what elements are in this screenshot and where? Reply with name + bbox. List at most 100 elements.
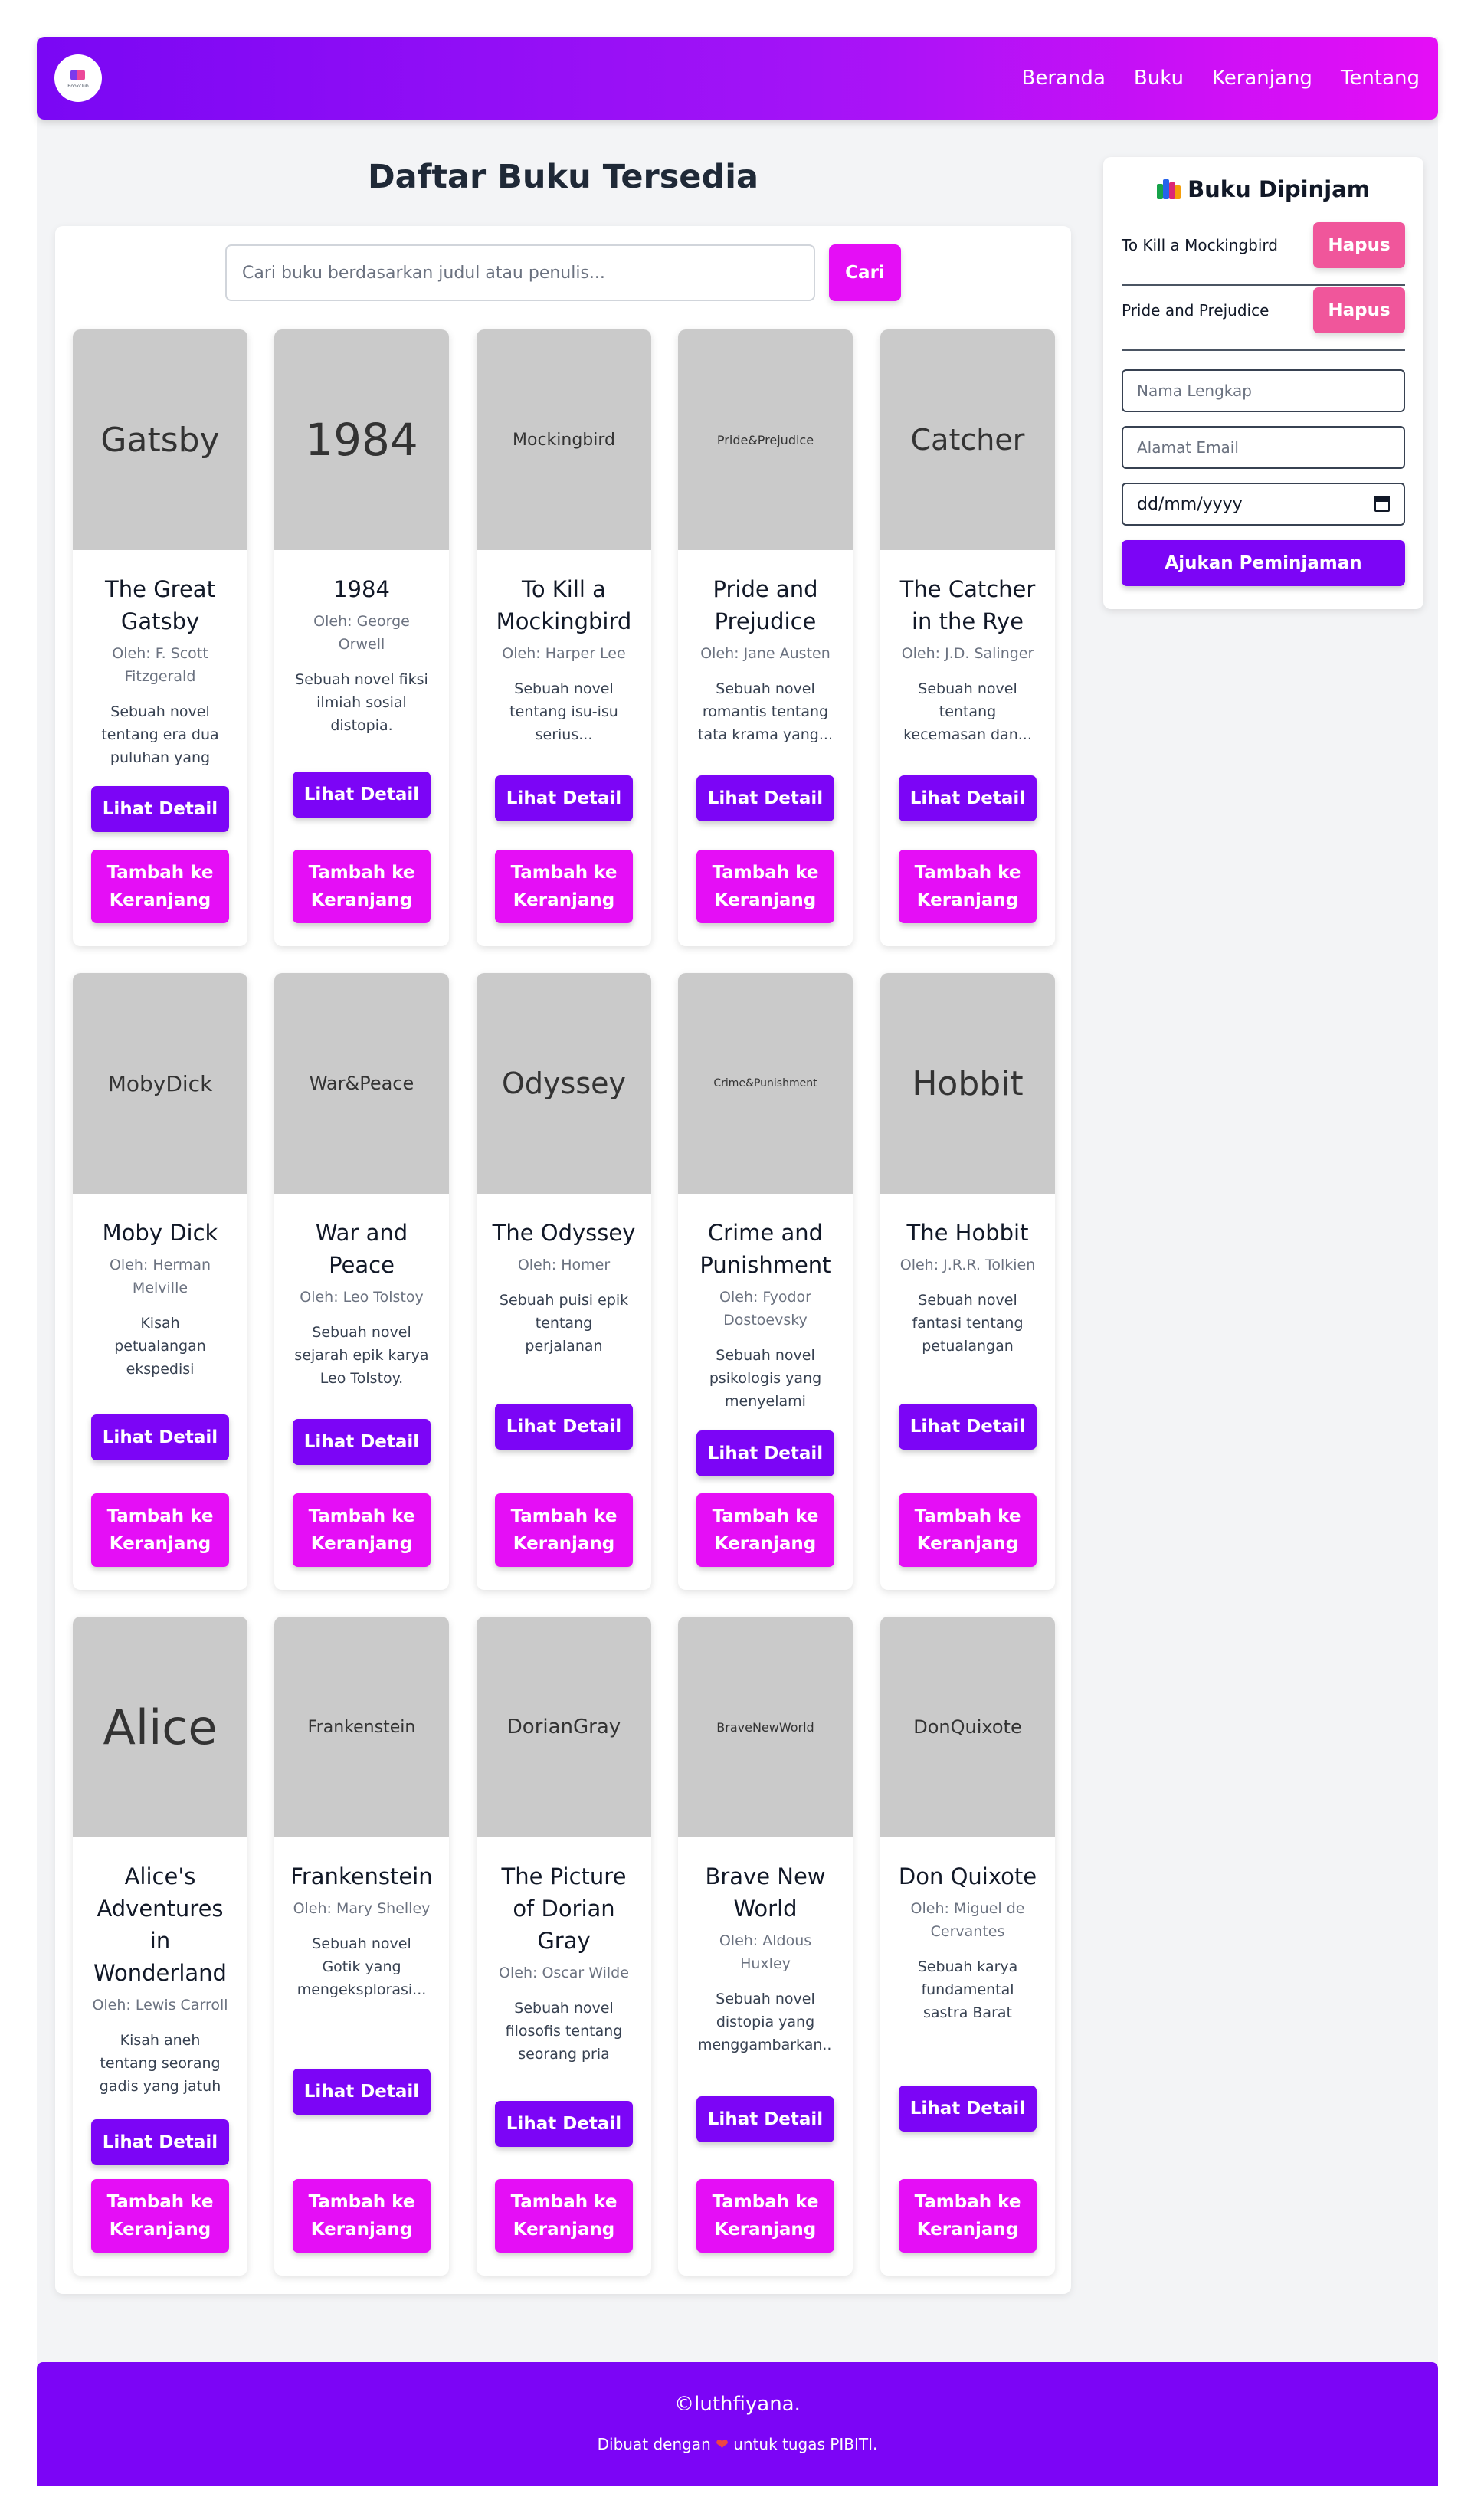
logo-text: Bookclub: [67, 83, 89, 89]
add-to-cart-button[interactable]: Tambah ke Keranjang: [293, 850, 431, 923]
book-description: Kisah aneh tentang seorang gadis yang ja…: [99, 2032, 221, 2095]
date-value: dd/mm/yyyy: [1137, 494, 1243, 514]
view-detail-button[interactable]: Lihat Detail: [696, 2096, 834, 2142]
add-to-cart-button[interactable]: Tambah ke Keranjang: [696, 2179, 834, 2253]
add-to-cart-button[interactable]: Tambah ke Keranjang: [91, 2179, 229, 2253]
search-button[interactable]: Cari: [829, 244, 901, 301]
book-author: Oleh: F. Scott Fitzgerald: [112, 645, 208, 685]
book-card: Hobbit The Hobbit Oleh: J.R.R. Tolkien Sebu…: [880, 973, 1055, 1590]
remove-button[interactable]: Hapus: [1313, 287, 1405, 333]
book-description: Sebuah karya fundamental sastra Barat mo…: [917, 1958, 1018, 2021]
book-author: Oleh: J.R.R. Tolkien: [899, 1257, 1036, 1273]
heart-icon: ❤: [716, 2435, 729, 2453]
view-detail-button[interactable]: Lihat Detail: [899, 775, 1037, 821]
view-detail-button[interactable]: Lihat Detail: [495, 1404, 633, 1450]
logo[interactable]: Bookclub: [54, 54, 102, 102]
book-title: Pride and Prejudice: [713, 576, 818, 634]
book-card: Alice Alice's Adventures in Wonderland Ole…: [73, 1617, 247, 2276]
book-author: Oleh: Oscar Wilde: [499, 1965, 629, 1981]
full-name-input[interactable]: [1122, 369, 1405, 412]
book-card: Mockingbird To Kill a Mockingbird Oleh: Ha…: [477, 329, 651, 946]
book-card: War&Peace War and Peace Oleh: Leo Tolstoy S…: [274, 973, 449, 1590]
book-author: Oleh: Jane Austen: [700, 645, 831, 662]
view-detail-button[interactable]: Lihat Detail: [495, 775, 633, 821]
nav-link-keranjang[interactable]: Keranjang: [1212, 67, 1312, 90]
add-to-cart-button[interactable]: Tambah ke Keranjang: [899, 850, 1037, 923]
book-title: The Hobbit: [906, 1220, 1029, 1246]
book-author: Oleh: J.D. Salinger: [901, 645, 1034, 662]
view-detail-button[interactable]: Lihat Detail: [495, 2101, 633, 2147]
footer-copyright: ©luthfiyana.: [674, 2393, 801, 2416]
email-input[interactable]: [1122, 426, 1405, 469]
book-title: The Catcher in the Rye: [899, 576, 1036, 634]
book-card: DorianGray The Picture of Dorian Gray Oleh…: [477, 1617, 651, 2276]
book-cover-text: War&Peace: [309, 1073, 414, 1094]
book-cover-image: Odyssey: [477, 973, 651, 1194]
add-to-cart-button[interactable]: Tambah ke Keranjang: [696, 1493, 834, 1567]
book-title: Don Quixote: [898, 1863, 1037, 1889]
book-title: War and Peace: [315, 1220, 408, 1278]
add-to-cart-button[interactable]: Tambah ke Keranjang: [91, 850, 229, 923]
book-cover-text: Pride&Prejudice: [716, 432, 814, 447]
book-card: MobyDick Moby Dick Oleh: Herman Melville Ki…: [73, 973, 247, 1590]
book-author: Oleh: Herman Melville: [109, 1257, 211, 1296]
add-to-cart-button[interactable]: Tambah ke Keranjang: [899, 2179, 1037, 2253]
book-title: 1984: [333, 576, 390, 602]
book-cover-text: Catcher: [910, 423, 1025, 457]
add-to-cart-button[interactable]: Tambah ke Keranjang: [899, 1493, 1037, 1567]
nav-link-beranda[interactable]: Beranda: [1022, 67, 1106, 90]
book-cover-text: Gatsby: [100, 420, 220, 460]
book-description: Sebuah novel romantis tentang tata krama…: [698, 680, 833, 743]
book-description: Sebuah novel tentang era dua puluhan yan…: [101, 703, 219, 766]
book-card: Odyssey The Odyssey Oleh: Homer Sebuah puis…: [477, 973, 651, 1590]
view-detail-button[interactable]: Lihat Detail: [899, 2086, 1037, 2132]
view-detail-button[interactable]: Lihat Detail: [293, 772, 431, 818]
footer-credit-prefix: Dibuat dengan: [597, 2435, 711, 2453]
book-cover-image: Alice: [73, 1617, 247, 1837]
view-detail-button[interactable]: Lihat Detail: [91, 1414, 229, 1460]
book-cover-image: Crime&Punishment: [678, 973, 853, 1194]
nav-link-tentang[interactable]: Tentang: [1341, 67, 1420, 90]
add-to-cart-button[interactable]: Tambah ke Keranjang: [495, 2179, 633, 2253]
nav-link-buku[interactable]: Buku: [1134, 67, 1184, 90]
add-to-cart-button[interactable]: Tambah ke Keranjang: [91, 1493, 229, 1567]
book-author: Oleh: George Orwell: [313, 613, 410, 653]
view-detail-button[interactable]: Lihat Detail: [293, 1419, 431, 1465]
book-card: DonQuixote Don Quixote Oleh: Miguel de Cer…: [880, 1617, 1055, 2276]
book-cover-image: DonQuixote: [880, 1617, 1055, 1837]
borrowed-title-text: Buku Dipinjam: [1188, 176, 1370, 202]
add-to-cart-button[interactable]: Tambah ke Keranjang: [696, 850, 834, 923]
view-detail-button[interactable]: Lihat Detail: [293, 2069, 431, 2115]
view-detail-button[interactable]: Lihat Detail: [91, 2119, 229, 2165]
date-input[interactable]: dd/mm/yyyy: [1122, 483, 1405, 526]
book-cover-image: Mockingbird: [477, 329, 651, 550]
footer-credit: Dibuat dengan ❤ untuk tugas PIBITI.: [37, 2435, 1438, 2453]
calendar-icon[interactable]: [1374, 496, 1390, 512]
view-detail-button[interactable]: Lihat Detail: [696, 1430, 834, 1476]
borrowed-item: To Kill a Mockingbird Hapus: [1122, 221, 1405, 286]
book-author: Oleh: Aldous Huxley: [719, 1932, 812, 1972]
add-to-cart-button[interactable]: Tambah ke Keranjang: [495, 850, 633, 923]
book-title: Crime and Punishment: [699, 1220, 831, 1278]
book-author: Oleh: Harper Lee: [502, 645, 626, 662]
view-detail-button[interactable]: Lihat Detail: [899, 1404, 1037, 1450]
view-detail-button[interactable]: Lihat Detail: [91, 786, 229, 832]
book-title: To Kill a Mockingbird: [496, 576, 632, 634]
book-description: Sebuah novel fantasi tentang petualangan…: [912, 1292, 1024, 1355]
book-author: Oleh: Homer: [517, 1257, 611, 1273]
navbar: Bookclub Beranda Buku Keranjang Tentang: [37, 37, 1438, 120]
book-title: The Odyssey: [492, 1220, 636, 1246]
submit-loan-button[interactable]: Ajukan Peminjaman: [1122, 540, 1405, 586]
add-to-cart-button[interactable]: Tambah ke Keranjang: [293, 1493, 431, 1567]
add-to-cart-button[interactable]: Tambah ke Keranjang: [495, 1493, 633, 1567]
remove-button[interactable]: Hapus: [1313, 222, 1405, 268]
book-cover-text: Frankenstein: [307, 1717, 416, 1737]
book-description: Kisah petualangan ekspedisi perburuan pa…: [114, 1315, 206, 1378]
book-title: Brave New World: [705, 1863, 826, 1922]
search-input[interactable]: [225, 244, 815, 301]
add-to-cart-button[interactable]: Tambah ke Keranjang: [293, 2179, 431, 2253]
view-detail-button[interactable]: Lihat Detail: [696, 775, 834, 821]
book-cover-text: Hobbit: [912, 1063, 1024, 1103]
borrowed-item-title: Pride and Prejudice: [1122, 301, 1270, 320]
book-cover-image: Frankenstein: [274, 1617, 449, 1837]
